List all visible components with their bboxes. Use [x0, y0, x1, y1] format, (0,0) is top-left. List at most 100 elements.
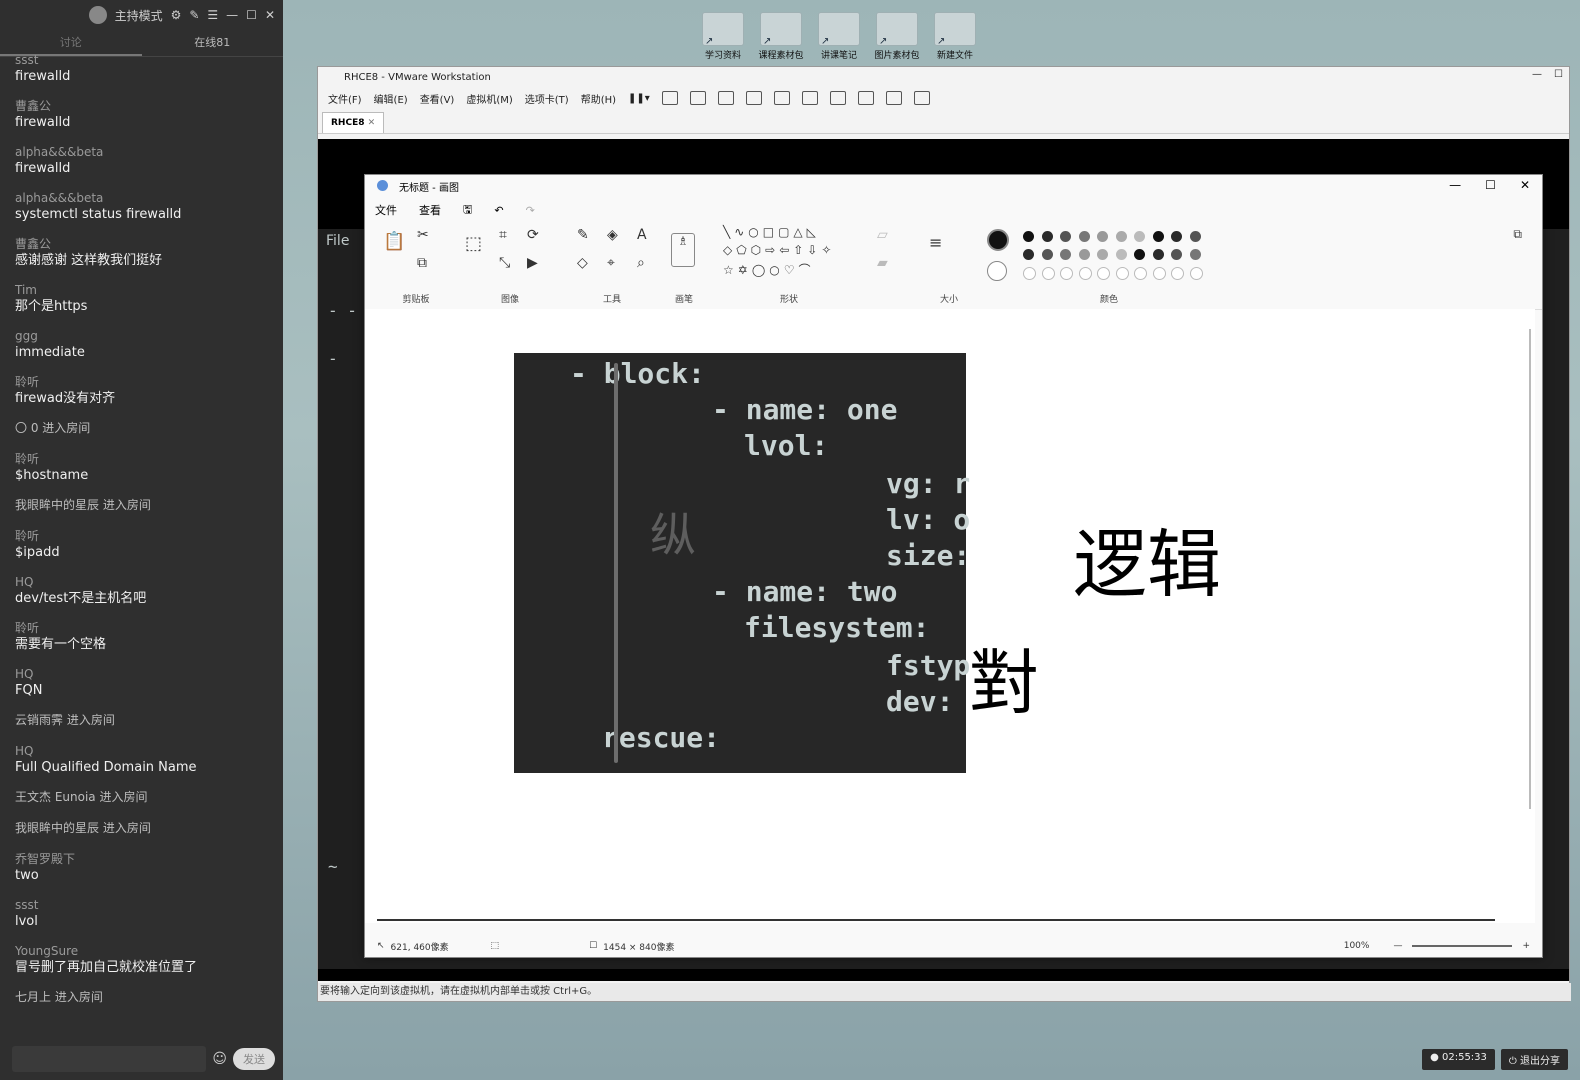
menu-icon[interactable]: ☰: [207, 8, 218, 22]
fill-icon[interactable]: ◈: [607, 227, 618, 243]
palette-swatch[interactable]: [1023, 249, 1034, 260]
palette-swatch[interactable]: [1189, 231, 1201, 242]
menu-help[interactable]: 帮助(H): [581, 91, 616, 106]
palette-swatch[interactable]: [1060, 231, 1071, 242]
color2-swatch[interactable]: [987, 261, 1007, 281]
fullscreen-icon[interactable]: [829, 91, 846, 105]
menu-file[interactable]: 文件(F): [328, 91, 362, 106]
shapes-gallery-icon[interactable]: ◇⬠⬡⇨⇦⇧⇩✧: [723, 243, 835, 257]
palette-swatch[interactable]: [1134, 231, 1145, 242]
paint-canvas[interactable]: - block: - name: one lvol: vg: r lv: o s…: [365, 309, 1535, 923]
palette-swatch[interactable]: [1189, 267, 1203, 280]
layout-icon[interactable]: [773, 91, 790, 105]
palette-swatch[interactable]: [1152, 231, 1164, 242]
message-author[interactable]: HQ: [15, 574, 268, 590]
palette-swatch[interactable]: [1023, 267, 1036, 280]
maximize-icon[interactable]: ☐: [1554, 69, 1563, 80]
flip-icon[interactable]: ▶: [527, 255, 538, 271]
avatar[interactable]: [88, 6, 107, 24]
menu-tabs[interactable]: 选项卡(T): [525, 91, 569, 106]
palette-swatch[interactable]: [1078, 249, 1090, 260]
palette-swatch[interactable]: [1097, 267, 1110, 280]
redo-icon[interactable]: ↷: [526, 204, 535, 217]
pencil-icon[interactable]: ✎: [577, 227, 589, 243]
message-list[interactable]: ssst firewalld 曹鑫公 firewalld alpha&&&beta fir…: [0, 52, 283, 1034]
palette-swatch[interactable]: [1097, 231, 1108, 242]
message-author[interactable]: alpha&&&beta: [15, 190, 268, 206]
smile-icon[interactable]: ☺: [212, 1051, 227, 1067]
message-author[interactable]: 曹鑫公: [15, 236, 268, 252]
message-author[interactable]: alpha&&&beta: [15, 144, 268, 160]
chat-input[interactable]: [12, 1046, 207, 1072]
rotate-icon[interactable]: ⟳: [527, 227, 539, 243]
horizontal-scrollbar[interactable]: [377, 919, 1495, 921]
snapshot-icon[interactable]: [689, 91, 706, 105]
palette-swatch[interactable]: [1152, 267, 1166, 280]
manage-snapshot-icon[interactable]: [745, 91, 762, 105]
message-author[interactable]: ssst: [15, 897, 268, 913]
menu-view[interactable]: 查看(V): [420, 91, 455, 106]
tab-rhce8[interactable]: RHCE8 ✕: [322, 112, 385, 133]
terminal-icon[interactable]: [885, 91, 902, 105]
message-author[interactable]: HQ: [15, 666, 268, 682]
menu-vm[interactable]: 虚拟机(M): [466, 91, 512, 106]
palette-swatch[interactable]: [1115, 231, 1127, 242]
palette-swatch[interactable]: [1060, 249, 1071, 260]
palette-swatch[interactable]: [1171, 231, 1182, 242]
save-icon[interactable]: 🖫: [463, 201, 472, 220]
close-icon[interactable]: ✕: [265, 8, 275, 22]
undo-icon[interactable]: ↶: [494, 204, 503, 217]
copy-icon[interactable]: ⧉: [417, 255, 427, 271]
close-icon[interactable]: ✕: [368, 118, 376, 128]
paste-icon[interactable]: 📋: [383, 231, 405, 252]
palette-swatch[interactable]: [1078, 267, 1092, 280]
message-author[interactable]: 乔智罗殿下: [15, 851, 268, 867]
palette-swatch[interactable]: [1134, 267, 1147, 280]
zoom-out-icon[interactable]: —: [1393, 941, 1402, 951]
message-author[interactable]: 聆听: [15, 620, 268, 636]
stretch-icon[interactable]: [913, 91, 930, 105]
edit-icon[interactable]: ✎: [189, 8, 199, 22]
fill-shape-icon[interactable]: ▰: [877, 255, 888, 271]
brush-icon[interactable]: ♗: [671, 233, 695, 267]
desktop-icon[interactable]: 课程素材包: [753, 12, 809, 61]
restore-icon[interactable]: [717, 91, 734, 105]
message-author[interactable]: 聆听: [15, 374, 268, 390]
palette-swatch[interactable]: [1152, 249, 1164, 260]
desktop-icon[interactable]: 讲课笔记: [811, 12, 867, 61]
menu-file[interactable]: 文件: [375, 202, 397, 218]
color1-swatch[interactable]: [987, 229, 1009, 251]
vertical-scrollbar[interactable]: [1529, 329, 1531, 809]
palette-swatch[interactable]: [1060, 267, 1073, 280]
maximize-icon[interactable]: ☐: [1485, 178, 1496, 192]
shapes-gallery-icon[interactable]: ☆✡◯○♡⌒: [723, 261, 814, 278]
message-author[interactable]: 聆听: [15, 451, 268, 467]
select-icon[interactable]: ⬚: [465, 233, 482, 254]
desktop-icon[interactable]: 图片素材包: [869, 12, 925, 61]
palette-swatch[interactable]: [1078, 231, 1090, 242]
resize-icon[interactable]: ⤡: [499, 255, 510, 271]
zoom-slider[interactable]: [1412, 945, 1513, 947]
message-author[interactable]: ggg: [15, 328, 268, 344]
palette-swatch[interactable]: [1171, 267, 1184, 280]
palette-swatch[interactable]: [1041, 231, 1053, 242]
send-keys-icon[interactable]: [661, 91, 678, 105]
desktop-icon[interactable]: 新建文件: [927, 12, 983, 61]
palette-swatch[interactable]: [1041, 249, 1053, 260]
shapes-gallery-icon[interactable]: ╲∿○□▢△◺: [723, 225, 820, 239]
cut-icon[interactable]: ✂: [417, 227, 429, 243]
settings-icon[interactable]: ⚙: [171, 8, 182, 22]
palette-swatch[interactable]: [1097, 249, 1108, 260]
close-icon[interactable]: ✕: [1520, 178, 1530, 192]
palette-swatch[interactable]: [1041, 267, 1055, 280]
guest-file-menu[interactable]: File: [326, 233, 349, 249]
share-icon[interactable]: ⧉: [1513, 227, 1522, 242]
palette-swatch[interactable]: [1134, 249, 1145, 260]
menu-edit[interactable]: 编辑(E): [374, 91, 408, 106]
message-author[interactable]: Tim: [15, 282, 268, 298]
palette-swatch[interactable]: [1189, 249, 1201, 260]
magnifier-icon[interactable]: ⌕: [637, 255, 645, 271]
minimize-icon[interactable]: —: [226, 8, 238, 22]
palette-swatch[interactable]: [1171, 249, 1182, 260]
text-icon[interactable]: A: [637, 227, 647, 243]
